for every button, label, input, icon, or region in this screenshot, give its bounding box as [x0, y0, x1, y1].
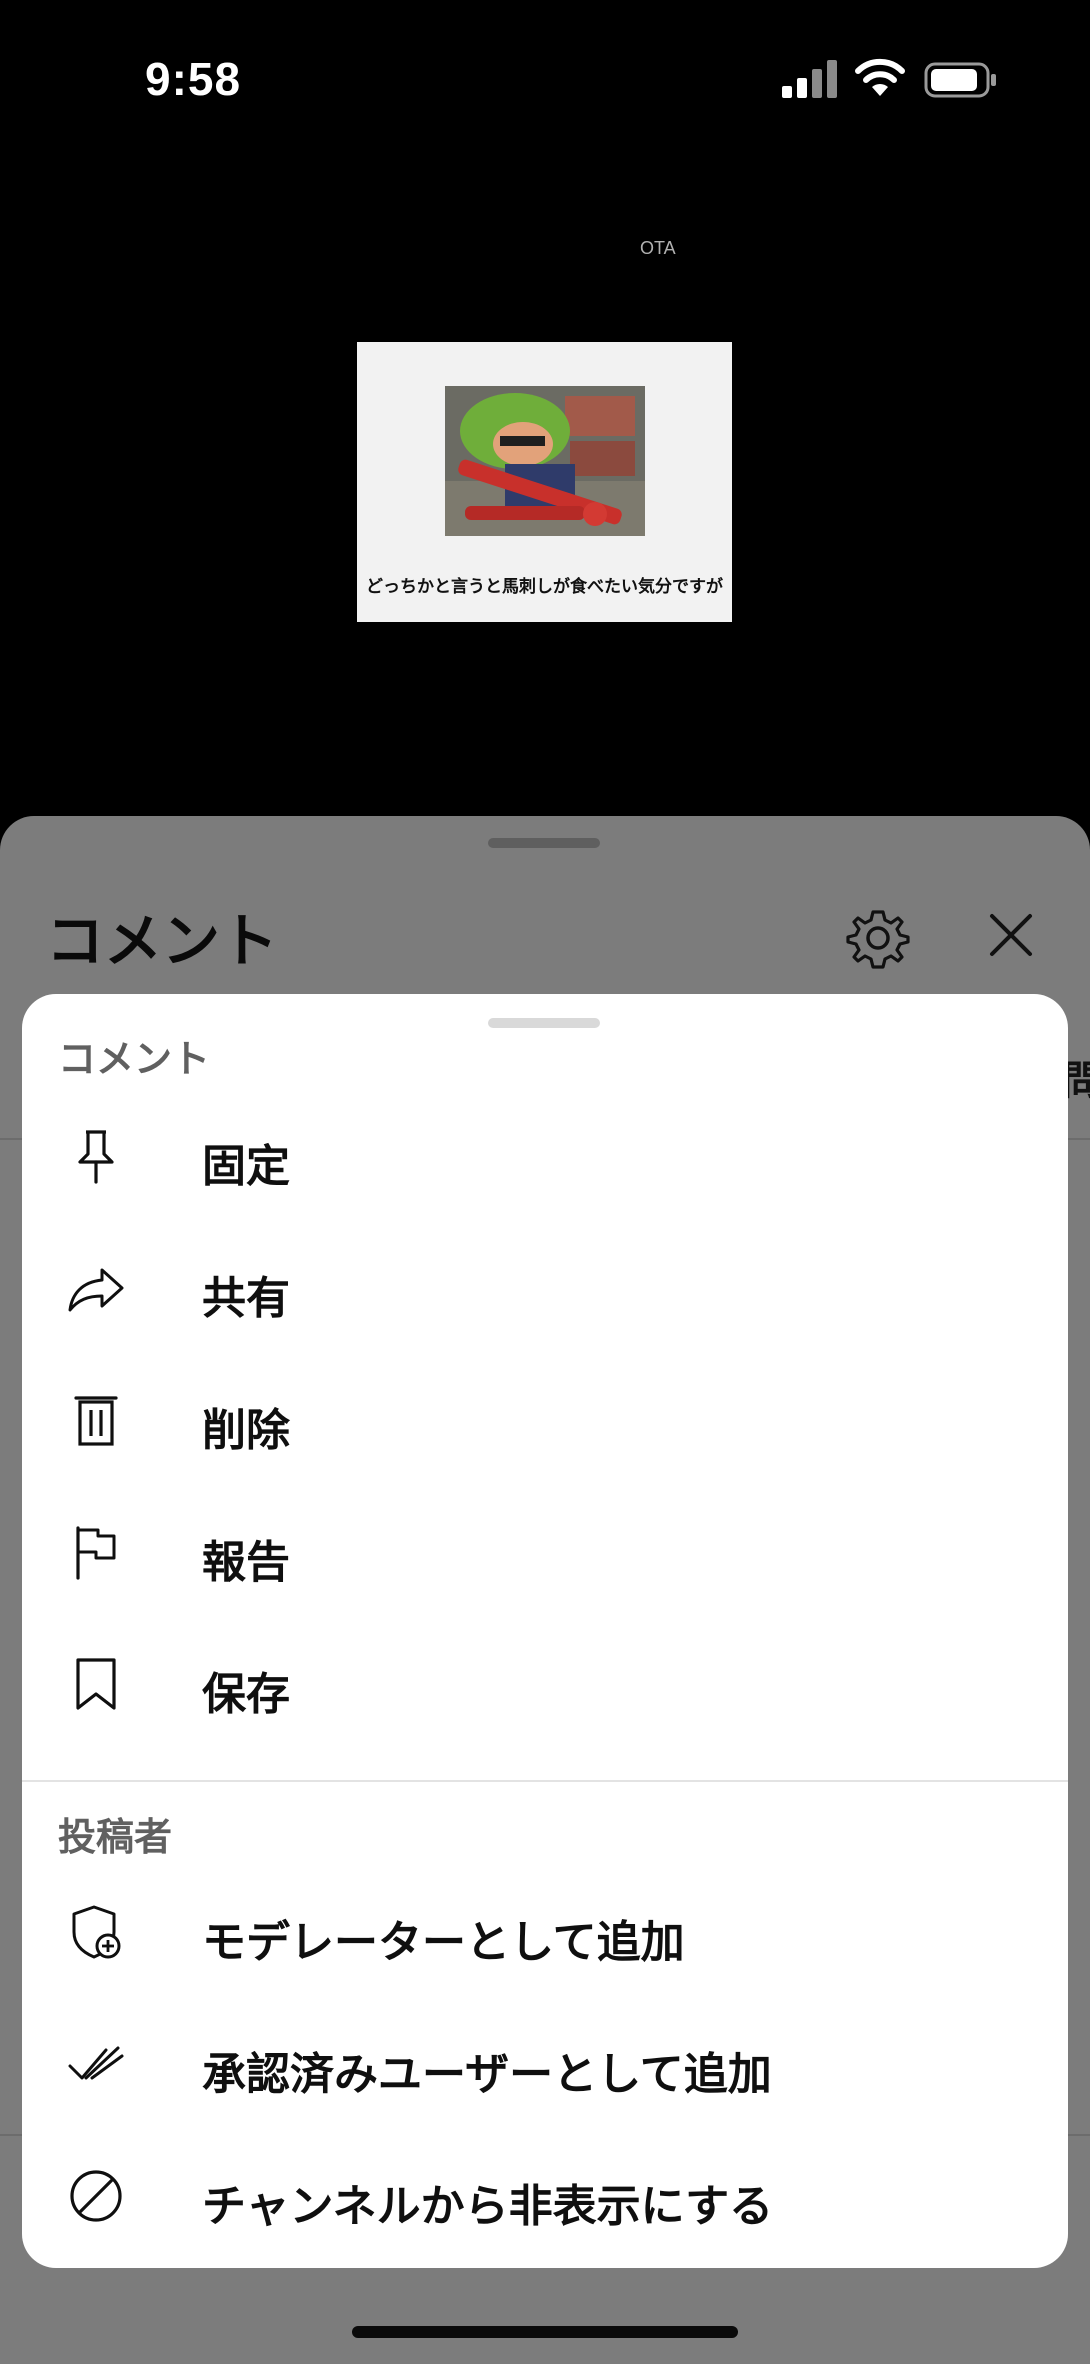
cellular-signal-icon	[782, 60, 840, 98]
pin-icon	[68, 1128, 124, 1184]
menu-item-label: 固定	[202, 1141, 290, 1192]
menu-item-label: チャンネルから非表示にする	[202, 2181, 774, 2232]
menu-item-add-approved-user[interactable]: 承認済みユーザーとして追加	[22, 1998, 1068, 2130]
double-check-icon	[68, 2036, 124, 2092]
video-player[interactable]: OTA どっちかと言うと馬刺しが食べたい気分ですが	[0, 160, 1090, 820]
home-indicator[interactable]	[352, 2326, 738, 2338]
menu-item-label: 保存	[202, 1669, 290, 1720]
share-icon	[68, 1260, 124, 1316]
wifi-icon	[854, 58, 906, 98]
shield-add-icon	[68, 1904, 124, 1960]
comments-title: コメント	[46, 907, 279, 975]
menu-item-report[interactable]: 報告	[22, 1486, 1068, 1618]
video-thumbnail: どっちかと言うと馬刺しが食べたい気分ですが	[357, 342, 732, 622]
menu-item-hide-from-channel[interactable]: チャンネルから非表示にする	[22, 2130, 1068, 2262]
block-icon	[68, 2168, 124, 2224]
menu-drag-handle[interactable]	[488, 1018, 600, 1028]
video-watermark: OTA	[640, 238, 676, 258]
thumbnail-caption: どっちかと言うと馬刺しが食べたい気分ですが	[366, 577, 723, 597]
status-bar: 9:58	[0, 0, 1090, 160]
flag-icon	[68, 1524, 124, 1580]
section-label-comment: コメント	[58, 1037, 211, 1081]
menu-item-add-moderator[interactable]: モデレーターとして追加	[22, 1866, 1068, 1998]
menu-item-label: 削除	[202, 1405, 290, 1456]
comments-drag-handle[interactable]	[488, 838, 600, 848]
menu-item-pin[interactable]: 固定	[22, 1090, 1068, 1222]
thumbnail-illustration	[445, 386, 645, 536]
trash-icon	[68, 1392, 124, 1448]
menu-item-label: 共有	[202, 1273, 290, 1324]
gear-icon[interactable]	[846, 906, 910, 970]
comment-action-menu: コメント 固定 共有 削除 報告 保存 投稿者 モデレーターとして追加 承認済み…	[22, 994, 1068, 2268]
menu-item-label: 報告	[202, 1537, 290, 1588]
menu-item-share[interactable]: 共有	[22, 1222, 1068, 1354]
status-time: 9:58	[145, 53, 242, 105]
menu-divider	[22, 1780, 1068, 1782]
menu-item-label: 承認済みユーザーとして追加	[202, 2049, 772, 2100]
bookmark-icon	[68, 1656, 124, 1712]
menu-item-delete[interactable]: 削除	[22, 1354, 1068, 1486]
close-icon[interactable]	[986, 910, 1036, 960]
battery-icon	[924, 62, 998, 98]
menu-item-save[interactable]: 保存	[22, 1618, 1068, 1750]
menu-item-label: モデレーターとして追加	[202, 1917, 685, 1968]
section-label-author: 投稿者	[58, 1815, 173, 1859]
